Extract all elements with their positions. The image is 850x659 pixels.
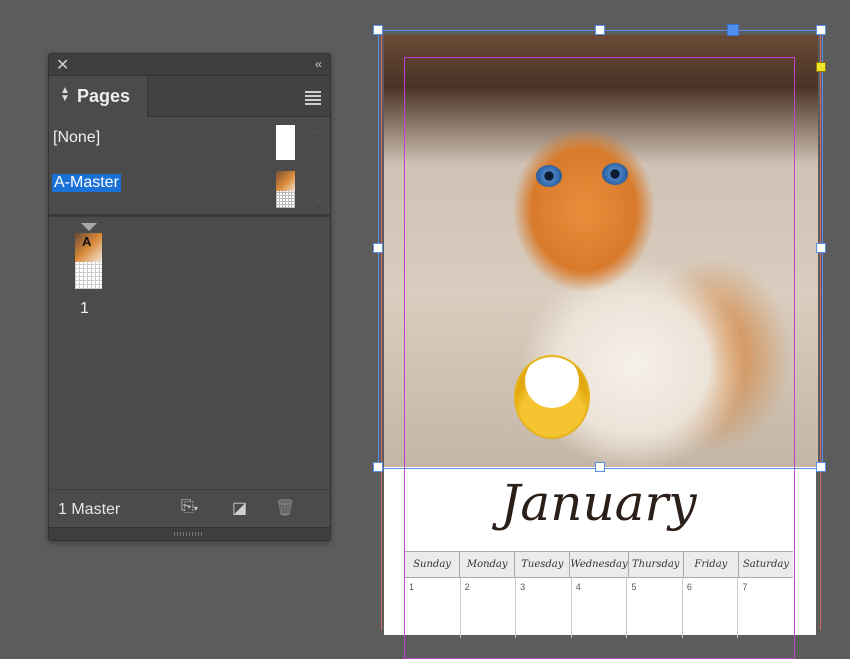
weekday-label: Thursday <box>629 552 684 577</box>
weekday-label: Tuesday <box>515 552 571 577</box>
page-number: 1 <box>80 300 89 317</box>
footer-status: 1 Master <box>58 501 121 518</box>
close-icon[interactable]: ✕ <box>56 55 69 75</box>
master-label: [None] <box>53 129 101 146</box>
tab-pages[interactable]: ▲ ▼ Pages <box>49 76 148 117</box>
day-cell: 4 <box>572 578 628 638</box>
resize-handle-reference[interactable] <box>727 24 739 36</box>
panel-footer: 1 Master ⎘▾ ◪ 🗑 <box>49 489 330 528</box>
master-item-a-master[interactable]: A-Master <box>49 163 308 208</box>
section-divider[interactable] <box>49 214 330 217</box>
weekday-label: Sunday <box>405 552 461 577</box>
spine-marker-icon <box>81 223 97 231</box>
collapse-icon[interactable]: ‹‹ <box>315 57 322 71</box>
panel-tab-strip: ▲ ▼ Pages <box>49 76 330 117</box>
page-thumbnail[interactable]: A <box>75 233 102 289</box>
tab-pages-label: Pages <box>77 86 131 106</box>
master-thumbnail[interactable] <box>276 171 295 208</box>
panel-titlebar[interactable]: ✕ ‹‹ <box>49 54 330 76</box>
day-cell: 1 <box>405 578 461 638</box>
weekday-label: Wednesday <box>570 552 629 577</box>
master-label-selected: A-Master <box>52 174 121 192</box>
scroll-up-icon[interactable]: ︿ <box>314 121 324 136</box>
new-page-icon[interactable]: ◪ <box>232 498 247 518</box>
month-title[interactable]: January <box>404 474 793 532</box>
day-cell: 6 <box>683 578 739 638</box>
resize-handle-tr[interactable] <box>816 25 826 35</box>
weekday-label: Saturday <box>742 559 790 570</box>
resize-grip[interactable] <box>49 527 330 540</box>
resize-handle-mr[interactable] <box>816 243 826 253</box>
pages-panel: ✕ ‹‹ ▲▼ Pages [None] A-Master ︿ ﹀ A 1 ︿ <box>48 53 331 541</box>
day-cell: 2 <box>461 578 517 638</box>
resize-handle-tl[interactable] <box>373 25 383 35</box>
calendar-week: 1 2 3 4 5 6 7 <box>405 578 793 638</box>
scroll-up-icon[interactable]: ︿ <box>314 226 324 241</box>
master-thumbnail[interactable] <box>276 125 295 160</box>
masters-section: [None] A-Master ︿ ﹀ <box>49 117 330 215</box>
page-master-letter: A <box>82 234 92 249</box>
weekday-label: Friday <box>684 552 739 577</box>
resize-handle-ml[interactable] <box>373 243 383 253</box>
day-cell: 7 <box>742 582 748 592</box>
calendar-table[interactable]: Sunday Monday Tuesday Wednesday Thursday… <box>405 551 793 638</box>
kitten-eye-left <box>536 165 562 187</box>
day-cell: 5 <box>627 578 683 638</box>
delete-page-icon[interactable]: 🗑 <box>275 498 295 518</box>
resize-handle-bl[interactable] <box>373 462 383 472</box>
day-cell: 3 <box>516 578 572 638</box>
scroll-down-icon[interactable]: ﹀ <box>314 195 324 210</box>
master-item-none[interactable]: [None] <box>49 117 308 161</box>
resize-handle-br[interactable] <box>816 462 826 472</box>
edit-page-size-icon[interactable]: ⎘▾ <box>181 498 198 516</box>
scroll-down-icon[interactable]: ﹀ <box>314 472 324 487</box>
resize-handle-tc[interactable] <box>595 25 605 35</box>
weekday-label: Monday <box>460 552 516 577</box>
kitten-eye-right <box>602 163 628 185</box>
kitten-photo[interactable] <box>384 35 818 467</box>
updown-arrows-icon: ▲ ▼ <box>60 85 70 104</box>
resize-handle-bc[interactable] <box>595 462 605 472</box>
corner-options-handle[interactable] <box>816 62 826 72</box>
calendar-header: Sunday Monday Tuesday Wednesday Thursday… <box>405 551 793 578</box>
panel-menu-icon[interactable] <box>305 91 321 107</box>
toy-ball <box>514 355 590 439</box>
